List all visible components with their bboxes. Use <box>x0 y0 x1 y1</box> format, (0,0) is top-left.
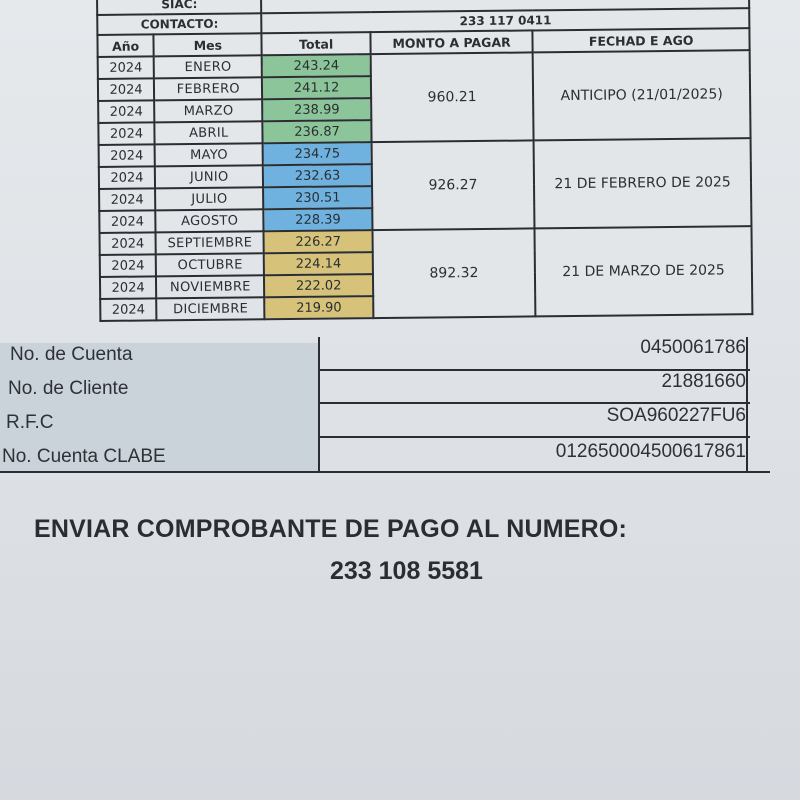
year-cell: 2024 <box>97 56 155 79</box>
total-cell: 238.99 <box>262 98 372 122</box>
total-cell: 226.27 <box>263 230 373 254</box>
total-cell: 234.75 <box>263 142 372 166</box>
total-cell: 230.51 <box>263 186 373 210</box>
year-cell: 2024 <box>99 276 157 299</box>
year-cell: 2024 <box>98 122 155 145</box>
col-month: Mes <box>153 33 263 57</box>
payment-schedule-table: SIAC: CONTACTO: 233 117 0411 Año Mes Tot… <box>96 0 753 322</box>
divider <box>318 337 320 473</box>
cliente-value: 21881660 <box>661 371 746 392</box>
send-receipt-instruction: ENVIAR COMPROBANTE DE PAGO AL NUMERO: <box>34 515 628 543</box>
month-cell: OCTUBRE <box>155 253 265 277</box>
amount-cell: 960.21 <box>370 52 534 143</box>
month-cell: DICIEMBRE <box>156 297 265 321</box>
total-cell: 228.39 <box>263 208 373 232</box>
month-cell: MAYO <box>154 143 264 167</box>
year-cell: 2024 <box>100 298 157 321</box>
date-cell: 21 DE MARZO DE 2025 <box>534 226 753 317</box>
receipt-phone-number: 233 108 5581 <box>330 557 483 585</box>
date-cell: ANTICIPO (21/01/2025) <box>532 50 751 141</box>
divider <box>0 471 770 473</box>
month-cell: ABRIL <box>154 121 264 145</box>
amount-cell: 926.27 <box>371 140 535 231</box>
divider <box>320 436 750 438</box>
total-cell: 232.63 <box>263 164 372 188</box>
total-cell: 219.90 <box>264 296 374 320</box>
year-cell: 2024 <box>99 254 157 277</box>
year-cell: 2024 <box>99 188 156 211</box>
year-cell: 2024 <box>99 232 156 255</box>
divider <box>320 402 750 404</box>
total-cell: 224.14 <box>264 252 373 276</box>
month-cell: SEPTIEMBRE <box>155 231 265 255</box>
cuenta-label: No. de Cuenta <box>10 344 133 365</box>
date-cell: 21 DE FEBRERO DE 2025 <box>533 138 752 229</box>
col-amount: MONTO A PAGAR <box>370 30 533 55</box>
contacto-label: CONTACTO: <box>97 13 262 35</box>
month-cell: AGOSTO <box>155 209 264 233</box>
year-cell: 2024 <box>98 144 155 167</box>
total-cell: 222.02 <box>264 274 373 298</box>
clabe-label: No. Cuenta CLABE <box>2 446 166 467</box>
month-cell: JUNIO <box>154 165 264 189</box>
total-cell: 236.87 <box>262 120 372 144</box>
document-page: SIAC: CONTACTO: 233 117 0411 Año Mes Tot… <box>0 0 800 800</box>
cliente-label: No. de Cliente <box>8 378 129 399</box>
month-cell: FEBRERO <box>154 77 263 101</box>
year-cell: 2024 <box>98 166 156 189</box>
total-cell: 243.24 <box>262 54 371 78</box>
col-date: FECHAD E AGO <box>532 28 750 53</box>
month-cell: JULIO <box>155 187 264 211</box>
total-cell: 241.12 <box>262 76 371 100</box>
year-cell: 2024 <box>98 100 155 123</box>
year-cell: 2024 <box>97 78 155 101</box>
month-cell: MARZO <box>154 99 263 123</box>
month-cell: NOVIEMBRE <box>156 275 265 299</box>
divider <box>746 337 748 471</box>
col-year: Año <box>97 34 154 57</box>
amount-cell: 892.32 <box>372 228 536 319</box>
clabe-value: 012650004500617861 <box>555 441 746 462</box>
year-cell: 2024 <box>99 210 156 233</box>
rfc-value: SOA960227FU6 <box>606 405 746 426</box>
col-total: Total <box>261 32 371 56</box>
account-info-box: No. de Cuenta 0450061786 No. de Cliente … <box>0 335 770 475</box>
cuenta-value: 0450061786 <box>640 337 746 358</box>
month-cell: ENERO <box>153 55 263 79</box>
rfc-label: R.F.C <box>6 412 54 433</box>
